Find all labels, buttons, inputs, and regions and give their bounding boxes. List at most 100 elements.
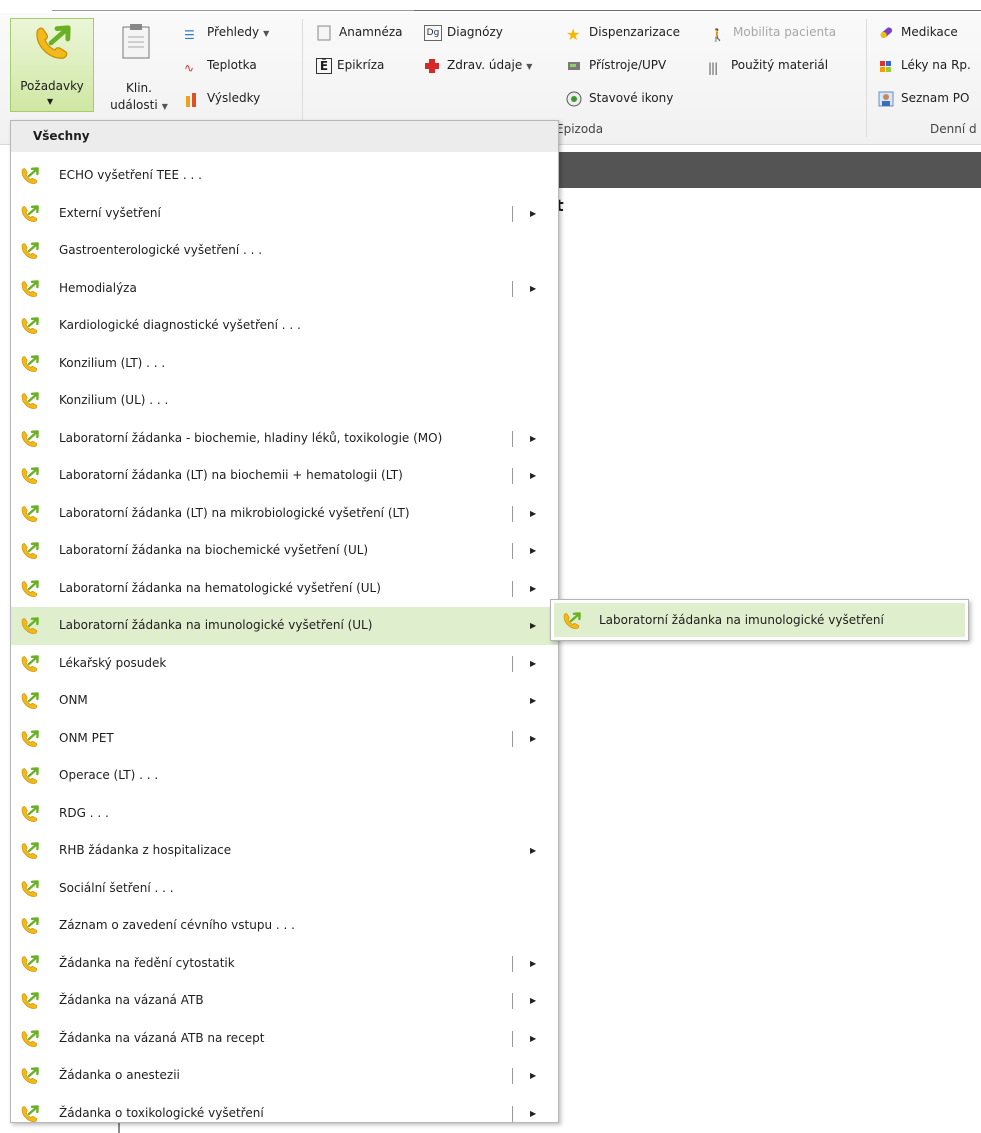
menu-item[interactable]: Žádanka o toxikologické vyšetření ▶: [11, 1095, 558, 1133]
menu-item[interactable]: Lékařský posudek ▶: [11, 645, 558, 683]
menu-item-separator: [512, 205, 513, 222]
menu-item[interactable]: Žádanka na ředění cytostatik ▶: [11, 945, 558, 983]
mobilita-pacienta-button[interactable]: 🚶 Mobilita pacienta: [710, 22, 836, 42]
background-toolbar: [555, 152, 981, 188]
person-icon: [878, 91, 896, 107]
pill-icon: [878, 25, 896, 41]
menu-item-label: Žádanka na vázaná ATB na recept: [59, 1030, 265, 1045]
menu-item[interactable]: Laboratorní žádanka na imunologické vyše…: [11, 607, 558, 645]
menu-item[interactable]: Laboratorní žádanka (LT) na biochemii + …: [11, 457, 558, 495]
anamneza-button[interactable]: Anamnéza: [316, 22, 403, 42]
pozadavky-button[interactable]: Požadavky ▼: [10, 18, 94, 112]
epikriza-button[interactable]: Ē Epikríza: [316, 55, 384, 75]
prescription-icon: [878, 58, 896, 74]
submenu-arrow-icon: ▶: [530, 958, 537, 968]
phone-request-icon: [562, 612, 582, 630]
phone-request-icon: [20, 167, 40, 185]
menu-item-label: Laboratorní žádanka - biochemie, hladiny…: [59, 430, 443, 445]
menu-item[interactable]: Kardiologické diagnostické vyšetření . .…: [11, 307, 558, 345]
submenu-imunologicke: Laboratorní žádanka na imunologické vyše…: [550, 599, 969, 641]
menu-item[interactable]: Hemodialýza ▶: [11, 270, 558, 308]
klin-udalosti-button[interactable]: Klin. události ▼: [104, 19, 174, 115]
menu-item-label: Kardiologické diagnostické vyšetření . .…: [59, 318, 301, 332]
menu-item-label: RDG . . .: [59, 805, 109, 820]
seznam-po-button[interactable]: Seznam PO: [878, 88, 969, 108]
phone-request-icon: [20, 205, 40, 223]
dg-icon: Dg: [424, 24, 442, 41]
phone-request-icon: [20, 430, 40, 448]
submenu-arrow-icon: ▶: [530, 621, 537, 630]
menu-item[interactable]: RDG . . .: [11, 795, 558, 833]
phone-request-icon: [20, 505, 40, 523]
menu-header-vsechny: Všechny: [11, 121, 558, 152]
list-icon: ☰: [184, 27, 195, 42]
phone-request-icon: [20, 880, 40, 898]
menu-item-label: Konzilium (LT) . . .: [59, 355, 166, 370]
phone-request-icon: [20, 955, 40, 973]
menu-item[interactable]: Záznam o zavedení cévního vstupu . . .: [11, 907, 558, 945]
menu-item-label: ECHO vyšetření TEE . . .: [59, 168, 202, 182]
submenu-arrow-icon: ▶: [530, 1033, 537, 1043]
prehledy-button[interactable]: ☰ Přehledy ▼: [184, 22, 269, 42]
menu-item[interactable]: ONM PET ▶: [11, 720, 558, 758]
dispenzarizace-button[interactable]: ★ Dispenzarizace: [566, 22, 680, 44]
menu-item[interactable]: Laboratorní žádanka (LT) na mikrobiologi…: [11, 495, 558, 533]
pozadavky-label: Požadavky: [20, 79, 84, 93]
menu-item[interactable]: RHB žádanka z hospitalizace ▶: [11, 832, 558, 870]
pouzity-material-button[interactable]: ||| Použitý materiál: [708, 55, 828, 75]
zdrav-udaje-button[interactable]: Zdrav. údaje ▼: [424, 55, 532, 75]
leky-na-rp-button[interactable]: Léky na Rp.: [878, 55, 971, 75]
phone-request-icon: [33, 23, 73, 63]
menu-item[interactable]: Žádanka na vázaná ATB na recept ▶: [11, 1020, 558, 1058]
medikace-button[interactable]: Medikace: [878, 22, 958, 42]
phone-request-icon: [20, 692, 40, 710]
phone-request-icon: [20, 617, 40, 635]
submenu-arrow-icon: ▶: [530, 433, 537, 443]
stavove-ikony-button[interactable]: Stavové ikony: [566, 88, 673, 108]
diagnozy-button[interactable]: Dg Diagnózy: [424, 22, 503, 42]
menu-item[interactable]: Žádanka na vázaná ATB ▶: [11, 982, 558, 1020]
menu-item[interactable]: Žádanka o anestezii ▶: [11, 1057, 558, 1095]
menu-item[interactable]: Sociální šetření . . .: [11, 870, 558, 908]
menu-item-label: Laboratorní žádanka (LT) na mikrobiologi…: [59, 505, 410, 520]
menu-item[interactable]: Laboratorní žádanka na biochemické vyšet…: [11, 532, 558, 570]
group-label-epizoda: Epizoda: [556, 122, 604, 136]
menu-item-label: RHB žádanka z hospitalizace: [59, 843, 232, 857]
menu-item-label: Lékařský posudek: [59, 655, 167, 670]
submenu-arrow-icon: ▶: [530, 546, 537, 555]
menu-item-separator: [512, 430, 513, 447]
phone-request-icon: [20, 992, 40, 1010]
phone-request-icon: [20, 730, 40, 748]
menu-item-label: Laboratorní žádanka na imunologické vyše…: [59, 618, 373, 632]
menu-item[interactable]: Externí vyšetření ▶: [11, 195, 558, 233]
pristroje-upv-button[interactable]: Přístroje/UPV: [566, 55, 666, 75]
background-content: [555, 188, 981, 1133]
menu-item-label: Gastroenterologické vyšetření . . .: [59, 243, 263, 257]
phone-request-icon: [20, 580, 40, 598]
menu-item[interactable]: Konzilium (LT) . . .: [11, 345, 558, 383]
menu-item[interactable]: ONM ▶: [11, 682, 558, 720]
phone-request-icon: [20, 280, 40, 298]
menu-item-label: Záznam o zavedení cévního vstupu . . .: [59, 918, 295, 932]
menu-item-label: Žádanka o anestezii: [59, 1068, 180, 1082]
menu-item[interactable]: Konzilium (UL) . . .: [11, 382, 558, 420]
submenu-arrow-icon: ▶: [530, 733, 537, 743]
submenu-item[interactable]: Laboratorní žádanka na imunologické vyše…: [554, 603, 965, 637]
phone-request-icon: [20, 242, 40, 260]
submenu-arrow-icon: ▶: [530, 583, 537, 593]
phone-request-icon: [20, 392, 40, 410]
submenu-arrow-icon: ▶: [530, 1071, 537, 1080]
phone-request-icon: [20, 917, 40, 935]
menu-item-separator: [512, 543, 513, 559]
menu-item[interactable]: ECHO vyšetření TEE . . .: [11, 157, 558, 195]
menu-item[interactable]: Gastroenterologické vyšetření . . .: [11, 232, 558, 270]
vysledky-button[interactable]: Výsledky: [184, 88, 260, 108]
menu-item[interactable]: Laboratorní žádanka na hematologické vyš…: [11, 570, 558, 608]
teplotka-button[interactable]: ∿ Teplotka: [184, 55, 257, 75]
menu-item[interactable]: Laboratorní žádanka - biochemie, hladiny…: [11, 420, 558, 458]
submenu-arrow-icon: ▶: [530, 208, 537, 218]
menu-item[interactable]: Operace (LT) . . .: [11, 757, 558, 795]
menu-item-label: Sociální šetření . . .: [59, 880, 174, 895]
menu-item-separator: [512, 955, 513, 972]
submenu-arrow-icon: ▶: [530, 996, 537, 1005]
